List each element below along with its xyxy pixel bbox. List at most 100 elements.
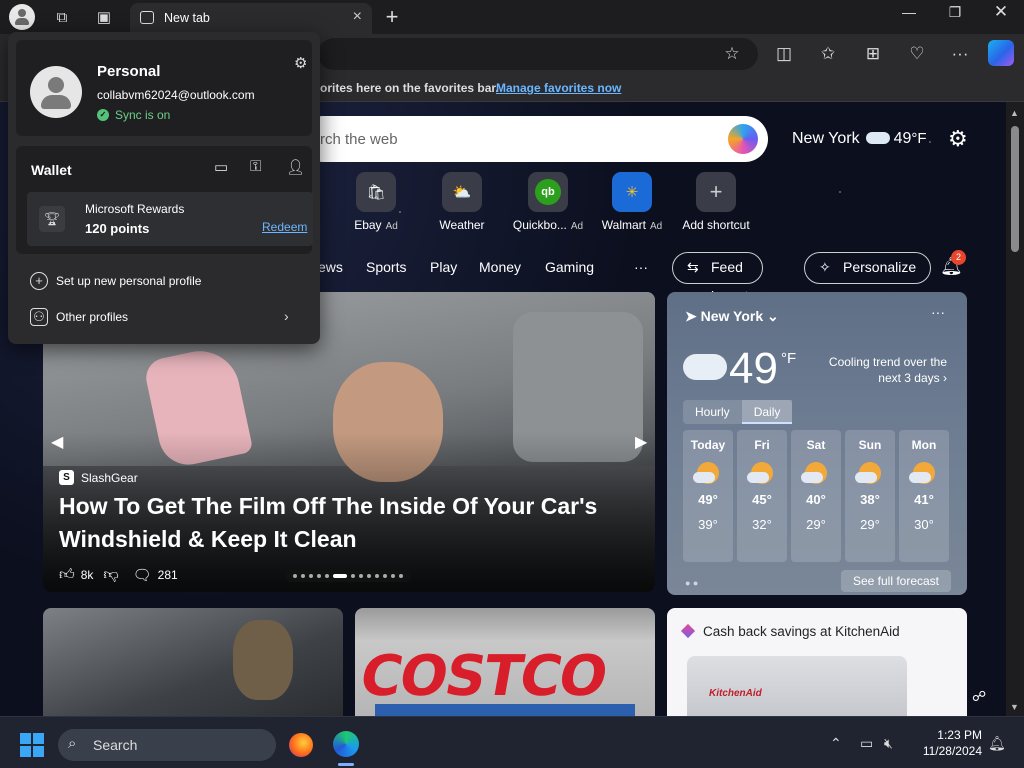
web-search-box[interactable]: rch the web — [300, 116, 768, 162]
collections-icon[interactable]: ⊞ — [861, 42, 885, 66]
ad-diamond-icon — [680, 623, 696, 639]
firefox-icon[interactable] — [289, 733, 313, 757]
dislike-icon[interactable]: 👎︎ — [103, 566, 118, 584]
system-clock[interactable]: 1:23 PM 11/28/2024 — [914, 727, 982, 759]
volume-muted-icon[interactable]: 🔇︎ — [884, 735, 893, 752]
like-icon[interactable]: 👍︎ — [59, 566, 75, 584]
shortcut-quickbooks[interactable]: qb Quickbo... Ad — [506, 172, 590, 232]
scroll-up-icon[interactable]: ▲ — [1010, 108, 1019, 118]
ad-card-kitchenaid[interactable]: Cash back savings at KitchenAid KitchenA… — [667, 608, 967, 716]
taskbar-search[interactable]: ⌕ Search — [58, 729, 276, 761]
forecast-day[interactable]: Fri 45° 32° — [737, 430, 787, 562]
page-settings-gear-icon[interactable]: ⚙ — [948, 126, 968, 152]
ebay-icon: 🛍 — [356, 172, 396, 212]
see-full-forecast-button[interactable]: See full forecast — [840, 570, 951, 592]
notifications-icon[interactable]: 🔔︎ — [988, 735, 1006, 752]
personalize-button[interactable]: ✧ Personalize — [804, 252, 932, 284]
profile-settings-gear-icon[interactable]: ⚙ — [294, 54, 307, 72]
forecast-day[interactable]: Sat 40° 29° — [791, 430, 841, 562]
story-card-costco[interactable]: COSTCO — [355, 608, 655, 716]
story-title[interactable]: How To Get The Film Off The Inside Of Yo… — [59, 490, 639, 556]
close-tab-icon[interactable]: × — [353, 8, 362, 26]
show-hidden-icons-chevron-up-icon[interactable]: ⌃ — [830, 735, 842, 752]
weather-location[interactable]: ➤ New York ⌄ — [685, 308, 779, 325]
shortcut-walmart[interactable]: ✳ Walmart Ad — [590, 172, 674, 232]
carousel-prev-icon[interactable]: ◀ — [51, 432, 63, 452]
other-profiles-button[interactable]: ⚇ Other profiles — [30, 308, 128, 326]
favorite-star-icon[interactable]: ☆ — [720, 42, 744, 66]
tab-hourly[interactable]: Hourly — [683, 400, 742, 424]
profiles-icon: ⚇ — [30, 308, 48, 326]
nav-news[interactable]: ews — [318, 259, 343, 275]
more-menu-icon[interactable]: ··· — [948, 42, 972, 66]
payment-card-icon[interactable]: ▭ — [214, 158, 228, 176]
split-screen-icon[interactable]: ◫ — [772, 42, 796, 66]
page-scrollbar[interactable]: ▲ ▼ — [1006, 102, 1024, 716]
nav-gaming[interactable]: Gaming — [545, 259, 594, 275]
personal-info-icon[interactable]: 👤︎ — [286, 158, 305, 176]
feed-layout-button[interactable]: ⇆Feed layout — [672, 252, 764, 304]
key-icon[interactable]: ⚿ — [250, 158, 261, 175]
header-weather[interactable]: New York 49°F — [792, 130, 927, 148]
forecast-day[interactable]: Mon 41° 30° — [899, 430, 949, 562]
workspaces-icon[interactable]: ⧉ — [50, 5, 74, 29]
partly-cloudy-icon — [693, 462, 719, 484]
close-window-button[interactable]: ✕ — [981, 2, 1021, 22]
nav-more-button[interactable]: ··· — [634, 259, 648, 275]
story-card-car[interactable] — [43, 608, 343, 716]
manage-favorites-link[interactable]: Manage favorites now — [496, 81, 621, 95]
start-windows-icon[interactable] — [20, 733, 44, 757]
weather-tabs: Hourly Daily — [683, 400, 793, 424]
tab-daily[interactable]: Daily — [741, 400, 793, 424]
tab-title: New tab — [164, 11, 210, 25]
browser-essentials-icon[interactable]: ♡ — [905, 42, 929, 66]
edge-icon[interactable] — [333, 731, 359, 757]
weather-pager[interactable]: ● ● — [685, 578, 698, 588]
shortcut-weather[interactable]: ⛅ Weather — [420, 172, 504, 232]
weather-card[interactable]: ➤ New York ⌄ ··· 49 °F Cooling trend ove… — [667, 292, 967, 595]
scroll-down-icon[interactable]: ▼ — [1010, 702, 1019, 712]
add-shortcut-button[interactable]: + Add shortcut — [674, 172, 758, 232]
tab-actions-icon[interactable]: ▣ — [92, 5, 116, 29]
comment-icon[interactable]: 🗨 — [133, 566, 152, 584]
rewards-row[interactable]: 🏆︎ Microsoft Rewards 120 points Redeem — [27, 192, 313, 246]
story-source: S SlashGear — [59, 470, 138, 485]
new-tab-button[interactable]: + — [380, 4, 404, 29]
tab-bar: ⧉ ▣ New tab × + — ❐ ✕ — [0, 0, 1024, 34]
clock-date: 11/28/2024 — [922, 744, 982, 758]
weather-note[interactable]: Cooling trend over the next 3 days › — [817, 354, 947, 386]
redeem-link[interactable]: Redeem — [262, 220, 307, 234]
copilot-search-icon[interactable] — [728, 124, 758, 154]
quickbooks-icon: qb — [528, 172, 568, 212]
tab-new-tab[interactable]: New tab × — [130, 3, 372, 34]
forecast-day[interactable]: Sun 38° 29° — [845, 430, 895, 562]
minimize-button[interactable]: — — [889, 4, 929, 20]
shortcut-ebay[interactable]: 🛍 Ebay Ad — [334, 172, 418, 232]
carousel-next-icon[interactable]: ▶ — [635, 432, 647, 452]
forecast-day[interactable]: Today 49° 39° — [683, 430, 733, 562]
scroll-thumb[interactable] — [1011, 126, 1019, 252]
profile-button[interactable] — [9, 4, 35, 30]
check-icon: ✓ — [97, 109, 109, 121]
favorites-icon[interactable]: ✩ — [816, 42, 840, 66]
copilot-icon[interactable] — [988, 40, 1014, 66]
network-icon[interactable]: ▭ — [860, 735, 873, 752]
sync-status: ✓ Sync is on — [97, 108, 170, 122]
story-actions: 👍︎ 8k 👎︎ 🗨 281 — [59, 566, 188, 584]
search-icon: ⌕ — [68, 735, 77, 752]
setup-profile-button[interactable]: + Set up new personal profile — [30, 272, 201, 290]
nav-sports[interactable]: Sports — [366, 259, 406, 275]
weather-more-icon[interactable]: ··· — [931, 304, 945, 320]
feedback-icon[interactable]: ☍ — [972, 688, 986, 705]
nav-money[interactable]: Money — [479, 259, 521, 275]
carousel-dots[interactable] — [285, 570, 411, 582]
chevron-right-icon[interactable]: › — [284, 308, 289, 324]
sliders-icon: ⇆ — [687, 259, 699, 275]
restore-button[interactable]: ❐ — [935, 4, 975, 21]
weather-temp: 49 — [729, 344, 778, 393]
wallet-title[interactable]: Wallet — [31, 162, 72, 178]
notifications-bell-icon[interactable]: 🔔︎ 2 — [940, 250, 966, 277]
address-field[interactable] — [318, 38, 758, 70]
nav-play[interactable]: Play — [430, 259, 457, 275]
star-edit-icon: ✧ — [819, 259, 831, 275]
